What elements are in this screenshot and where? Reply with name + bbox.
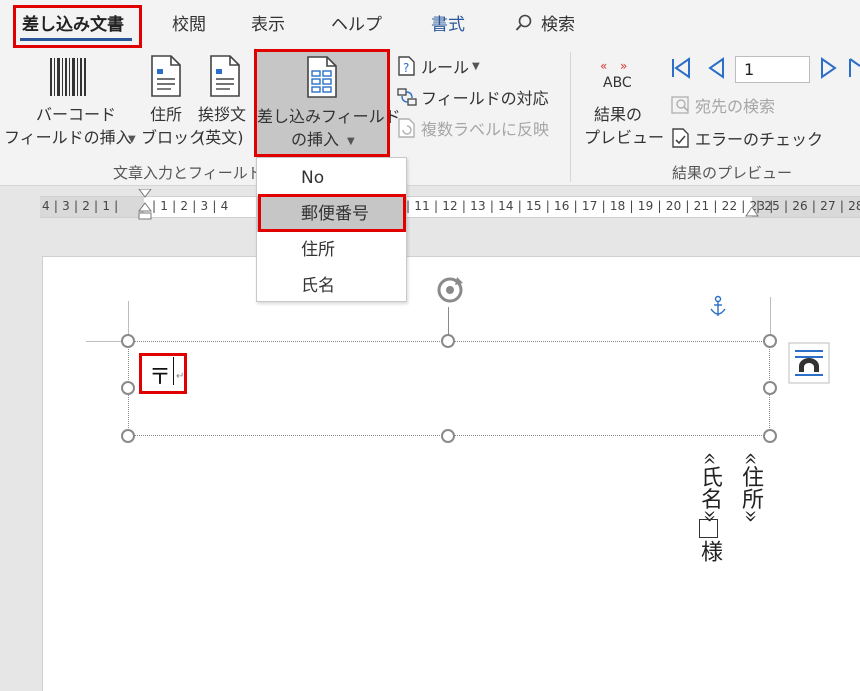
check-errors-label: エラーのチェック <box>695 130 824 149</box>
resize-handle[interactable] <box>441 334 455 348</box>
tell-me-search[interactable]: 検索 <box>515 10 575 35</box>
address-label-1: 住所 <box>150 105 183 124</box>
text-cursor <box>173 357 174 385</box>
svg-text:?: ? <box>403 61 409 75</box>
postal-text-box[interactable] <box>128 341 770 436</box>
insert-field-label-1: 差し込みフィールド <box>257 107 401 126</box>
ruler-right-numbers: | 11 | 12 | 13 | 14 | 15 | 16 | 17 | 18 … <box>406 199 774 213</box>
dropdown-item-address[interactable]: 住所 <box>257 232 406 268</box>
resize-handle[interactable] <box>763 334 777 348</box>
greeting-label-1: 挨拶文 <box>198 105 247 124</box>
document-page[interactable]: 〒 ↵ «住所» «氏名» 様 <box>42 256 860 691</box>
resize-handle[interactable] <box>763 381 777 395</box>
tab-format[interactable]: 書式 <box>431 10 465 35</box>
update-labels-label: 複数ラベルに反映 <box>421 120 550 139</box>
barcode-label-1: バーコード <box>36 105 117 124</box>
right-indent-icon[interactable] <box>745 207 759 219</box>
layout-options-icon[interactable] <box>788 342 830 384</box>
word-window: 差し込み文書 校閲 表示 ヘルプ 書式 検索 バーコード フィールドの挿入 ▼ <box>0 0 860 691</box>
chevron-down-icon: ▼ <box>128 134 136 145</box>
horizontal-ruler[interactable]: 4 | 3 | 2 | 1 | | 1 | 2 | 3 | 4 | 11 | 1… <box>40 189 860 220</box>
resize-handle[interactable] <box>121 334 135 348</box>
active-tab-underline <box>20 38 132 41</box>
sama-text: 様 <box>697 540 722 562</box>
check-errors-icon <box>672 128 689 148</box>
update-labels-button[interactable]: 複数ラベルに反映 <box>396 116 549 140</box>
ruler-left-numbers: 4 | 3 | 2 | 1 | <box>42 199 119 213</box>
svg-text:»: » <box>620 59 627 73</box>
resize-handle[interactable] <box>441 429 455 443</box>
record-number-input[interactable]: 1 <box>735 56 810 83</box>
match-fields-label: フィールドの対応 <box>421 89 549 108</box>
find-recipient-icon <box>671 96 689 114</box>
merge-field-icon <box>307 56 337 98</box>
tab-view[interactable]: 表示 <box>251 10 285 35</box>
barcode-label-2: フィールドの挿入 <box>4 128 132 147</box>
document-icon <box>151 55 181 97</box>
tab-mailings[interactable]: 差し込み文書 <box>22 10 124 35</box>
ruler-middle-numbers: | 1 | 2 | 3 | 4 <box>152 199 229 213</box>
check-errors-button[interactable]: エラーのチェック <box>670 126 823 150</box>
insert-field-label-2: の挿入 <box>291 130 340 149</box>
tab-help[interactable]: ヘルプ <box>331 10 382 35</box>
next-record-icon[interactable] <box>818 56 840 86</box>
group-label-preview: 結果のプレビュー <box>672 164 793 182</box>
previous-record-icon[interactable] <box>705 56 727 86</box>
name-merge-field: «氏名» <box>697 452 722 523</box>
update-labels-icon <box>398 118 415 138</box>
indent-marker-icon[interactable] <box>138 189 152 225</box>
match-fields-button[interactable]: フィールドの対応 <box>396 85 549 109</box>
barcode-icon <box>50 58 86 96</box>
preview-abc: ABC <box>603 75 632 91</box>
ruler-end-numbers: | 25 | 26 | 27 | 28 <box>756 199 860 213</box>
rules-label: ルール <box>421 58 470 77</box>
svg-text:«: « <box>600 59 607 73</box>
insert-merge-field-button[interactable]: 差し込みフィールド の挿入 ▼ <box>257 51 401 154</box>
last-record-icon[interactable] <box>848 56 860 86</box>
preview-label-2: プレビュー <box>584 128 665 147</box>
group-label-write-insert: 文章入力とフィールド <box>113 164 263 182</box>
ribbon: バーコード フィールドの挿入 ▼ 住所 ブロック 挨拶文 (英文) 差し込みフィ… <box>0 48 860 186</box>
merge-field-dropdown: No 郵便番号 住所 氏名 <box>256 157 407 302</box>
find-recipient-label: 宛先の検索 <box>695 97 776 116</box>
greeting-label-2: (英文) <box>199 128 244 147</box>
rotate-handle-icon[interactable] <box>433 273 467 307</box>
resize-handle[interactable] <box>763 429 777 443</box>
document-icon <box>210 55 240 97</box>
first-record-icon[interactable] <box>669 56 693 86</box>
address-merge-field: «住所» <box>738 452 763 523</box>
search-label: 検索 <box>541 15 575 35</box>
anchor-icon <box>710 295 726 316</box>
chevron-down-icon: ▼ <box>347 136 355 147</box>
dropdown-item-name[interactable]: 氏名 <box>257 268 406 304</box>
match-fields-icon <box>397 88 417 106</box>
rules-button[interactable]: ? ルール ▼ <box>396 54 480 78</box>
dropdown-item-postal-code[interactable]: 郵便番号 <box>257 196 406 232</box>
rules-icon: ? <box>398 56 415 76</box>
chevron-down-icon: ▼ <box>472 60 480 72</box>
postal-mark: 〒 <box>149 365 172 390</box>
search-icon <box>515 14 532 31</box>
ribbon-tab-bar: 差し込み文書 校閲 表示 ヘルプ 書式 検索 <box>0 0 860 48</box>
paragraph-mark: ↵ <box>176 371 185 382</box>
resize-handle[interactable] <box>121 381 135 395</box>
space-box <box>699 519 718 538</box>
find-recipient-button[interactable]: 宛先の検索 <box>670 93 775 117</box>
preview-label-1: 結果の <box>594 105 643 124</box>
address-label-2: ブロック <box>141 128 206 147</box>
tab-review[interactable]: 校閲 <box>172 10 206 35</box>
dropdown-item-no[interactable]: No <box>257 160 406 196</box>
resize-handle[interactable] <box>121 429 135 443</box>
group-separator <box>570 52 571 182</box>
